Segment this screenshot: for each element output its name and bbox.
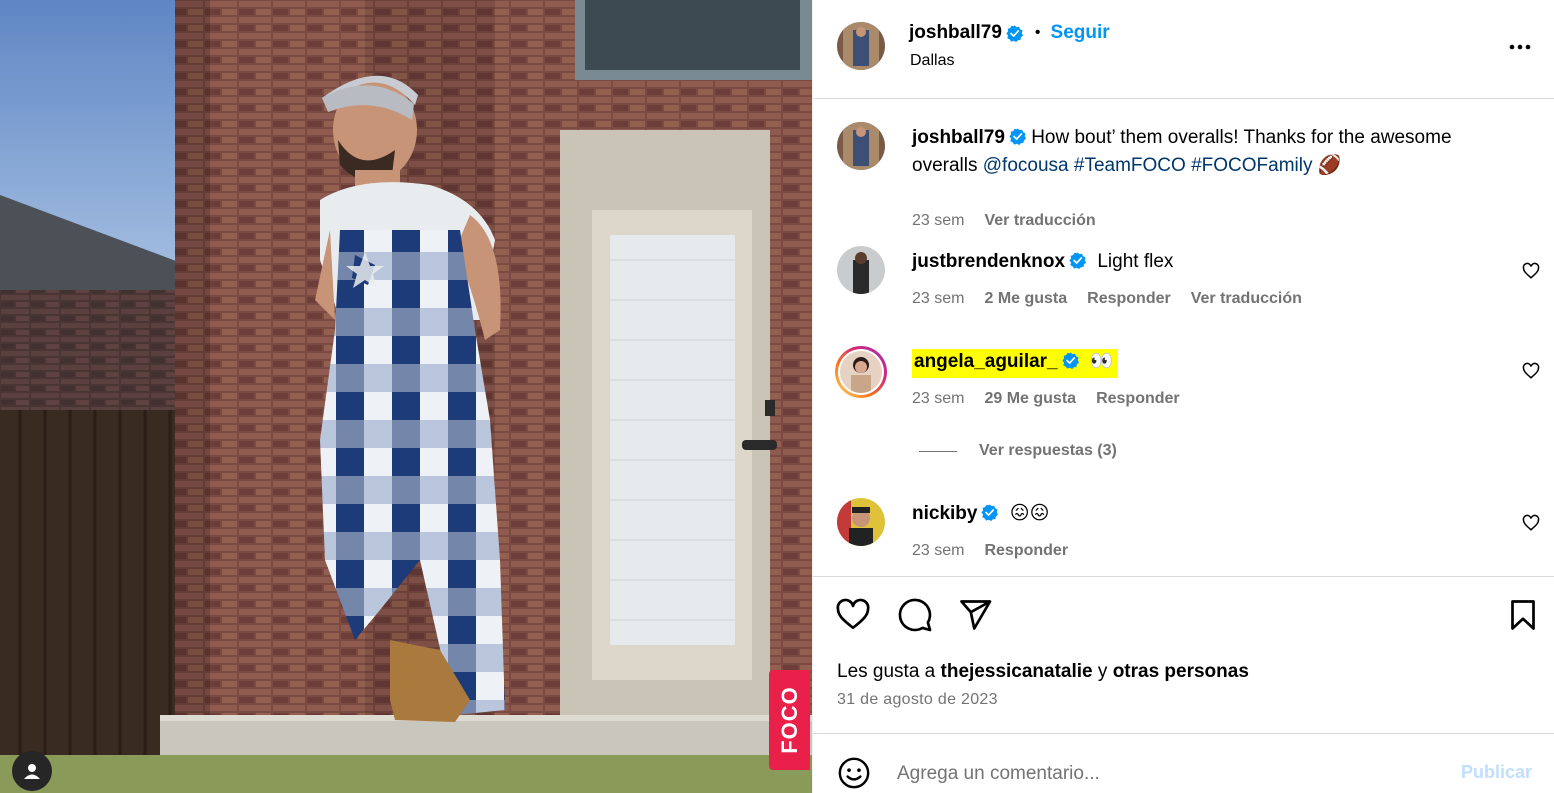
likes-others[interactable]: otras personas (1113, 661, 1249, 682)
caption-meta: 23 sem Ver traducción (912, 212, 1096, 230)
highlighted-username: angela_aguilar_ 👀 (912, 349, 1118, 378)
post-location[interactable]: Dallas (910, 52, 954, 70)
comments-list[interactable]: joshball79 How bout’ them overalls! Than… (813, 100, 1554, 576)
caption-text: joshball79 How bout’ them overalls! Than… (912, 124, 1501, 180)
mention-link[interactable]: @focousa (983, 155, 1069, 176)
caption-author-avatar[interactable] (837, 122, 885, 170)
publish-button[interactable]: Publicar (1461, 762, 1532, 783)
post-media[interactable]: FOCO (0, 0, 812, 793)
comment-text: angela_aguilar_ 👀 (912, 348, 1501, 378)
emoji-icon[interactable] (837, 756, 871, 790)
comment-likes[interactable]: 2 Me gusta (984, 290, 1067, 308)
author-line: joshball79 • Seguir (909, 22, 1110, 44)
comment-body: Light flex (1097, 251, 1174, 272)
add-comment-bar: Publicar (813, 733, 1554, 793)
like-comment-heart-icon[interactable] (1522, 362, 1540, 380)
comment-body: 😖😖 (1009, 503, 1050, 524)
comment-input[interactable] (897, 758, 1437, 790)
comment-text: nickiby 😖😖 (912, 500, 1501, 528)
caption-time[interactable]: 23 sem (912, 212, 964, 230)
hashtag-link[interactable]: #FOCOFamily (1191, 155, 1312, 176)
caption-author-username[interactable]: joshball79 (912, 127, 1005, 148)
commenter-avatar-image (840, 351, 882, 393)
view-replies-label: Ver respuestas (3) (979, 442, 1117, 459)
likes-prefix: Les gusta a (837, 661, 941, 682)
comment-likes[interactable]: 29 Me gusta (984, 390, 1076, 408)
reply-button[interactable]: Responder (1096, 390, 1180, 408)
post-date[interactable]: 31 de agosto de 2023 (837, 691, 998, 709)
separator-dot: • (1034, 24, 1041, 41)
comment-username[interactable]: justbrendenknox (912, 251, 1065, 272)
reply-button[interactable]: Responder (984, 542, 1068, 560)
commenter-avatar[interactable] (837, 246, 885, 294)
likes-user[interactable]: thejessicanatalie (941, 661, 1093, 682)
likes-summary: Les gusta a thejessicanatalie y otras pe… (837, 661, 1249, 683)
comment-time[interactable]: 23 sem (912, 390, 964, 408)
verified-badge-icon (1006, 24, 1023, 42)
verified-badge-icon (981, 504, 999, 521)
comment-username[interactable]: nickiby (912, 503, 977, 524)
comment-time[interactable]: 23 sem (912, 542, 964, 560)
author-avatar-image (837, 22, 885, 70)
save-bookmark-icon[interactable] (1505, 597, 1541, 633)
commenter-avatar[interactable] (837, 498, 885, 546)
comment-meta: 23 sem 29 Me gusta Responder (912, 390, 1180, 408)
author-avatar[interactable] (837, 22, 885, 70)
verified-badge-icon (1069, 252, 1087, 269)
commenter-avatar-story-ring[interactable] (835, 346, 887, 398)
user-icon (24, 764, 40, 779)
foco-watermark-text: FOCO (776, 686, 802, 754)
comment-meta: 23 sem Responder (912, 542, 1068, 560)
view-replies-button[interactable]: Ver respuestas (3) (919, 442, 1117, 460)
likes-join: y (1092, 661, 1113, 682)
comment-time[interactable]: 23 sem (912, 290, 964, 308)
comment-username[interactable]: angela_aguilar_ (914, 351, 1058, 372)
comment-bubble-icon[interactable] (897, 597, 933, 633)
replies-divider (919, 450, 957, 452)
author-username[interactable]: joshball79 (909, 22, 1002, 44)
football-emoji: 🏈 (1317, 155, 1342, 176)
follow-button[interactable]: Seguir (1051, 22, 1110, 44)
comment-translate-button[interactable]: Ver traducción (1191, 290, 1302, 308)
verified-badge-icon (1009, 128, 1026, 145)
comment-text: justbrendenknox Light flex (912, 248, 1501, 276)
post-photo (0, 0, 812, 793)
post-actions: Les gusta a thejessicanatalie y otras pe… (813, 576, 1554, 733)
tagged-users-button[interactable] (12, 751, 52, 791)
caption-translate-button[interactable]: Ver traducción (984, 212, 1095, 230)
more-options-icon[interactable] (1507, 34, 1533, 60)
commenter-avatar-image (837, 246, 885, 294)
comment-body: 👀 (1089, 351, 1114, 372)
hashtag-link[interactable]: #TeamFOCO (1074, 155, 1186, 176)
like-comment-heart-icon[interactable] (1522, 514, 1540, 532)
share-paper-plane-icon[interactable] (957, 597, 993, 633)
reply-button[interactable]: Responder (1087, 290, 1171, 308)
post-side-panel: joshball79 • Seguir Dallas joshball79 Ho… (812, 0, 1554, 793)
comment-meta: 23 sem 2 Me gusta Responder Ver traducci… (912, 290, 1302, 308)
like-comment-heart-icon[interactable] (1522, 262, 1540, 280)
verified-badge-icon (1062, 352, 1079, 369)
commenter-avatar-image (837, 498, 885, 546)
caption-author-avatar-image (837, 122, 885, 170)
foco-watermark: FOCO (769, 670, 810, 770)
like-heart-icon[interactable] (835, 597, 871, 633)
post-header: joshball79 • Seguir Dallas (813, 0, 1554, 99)
